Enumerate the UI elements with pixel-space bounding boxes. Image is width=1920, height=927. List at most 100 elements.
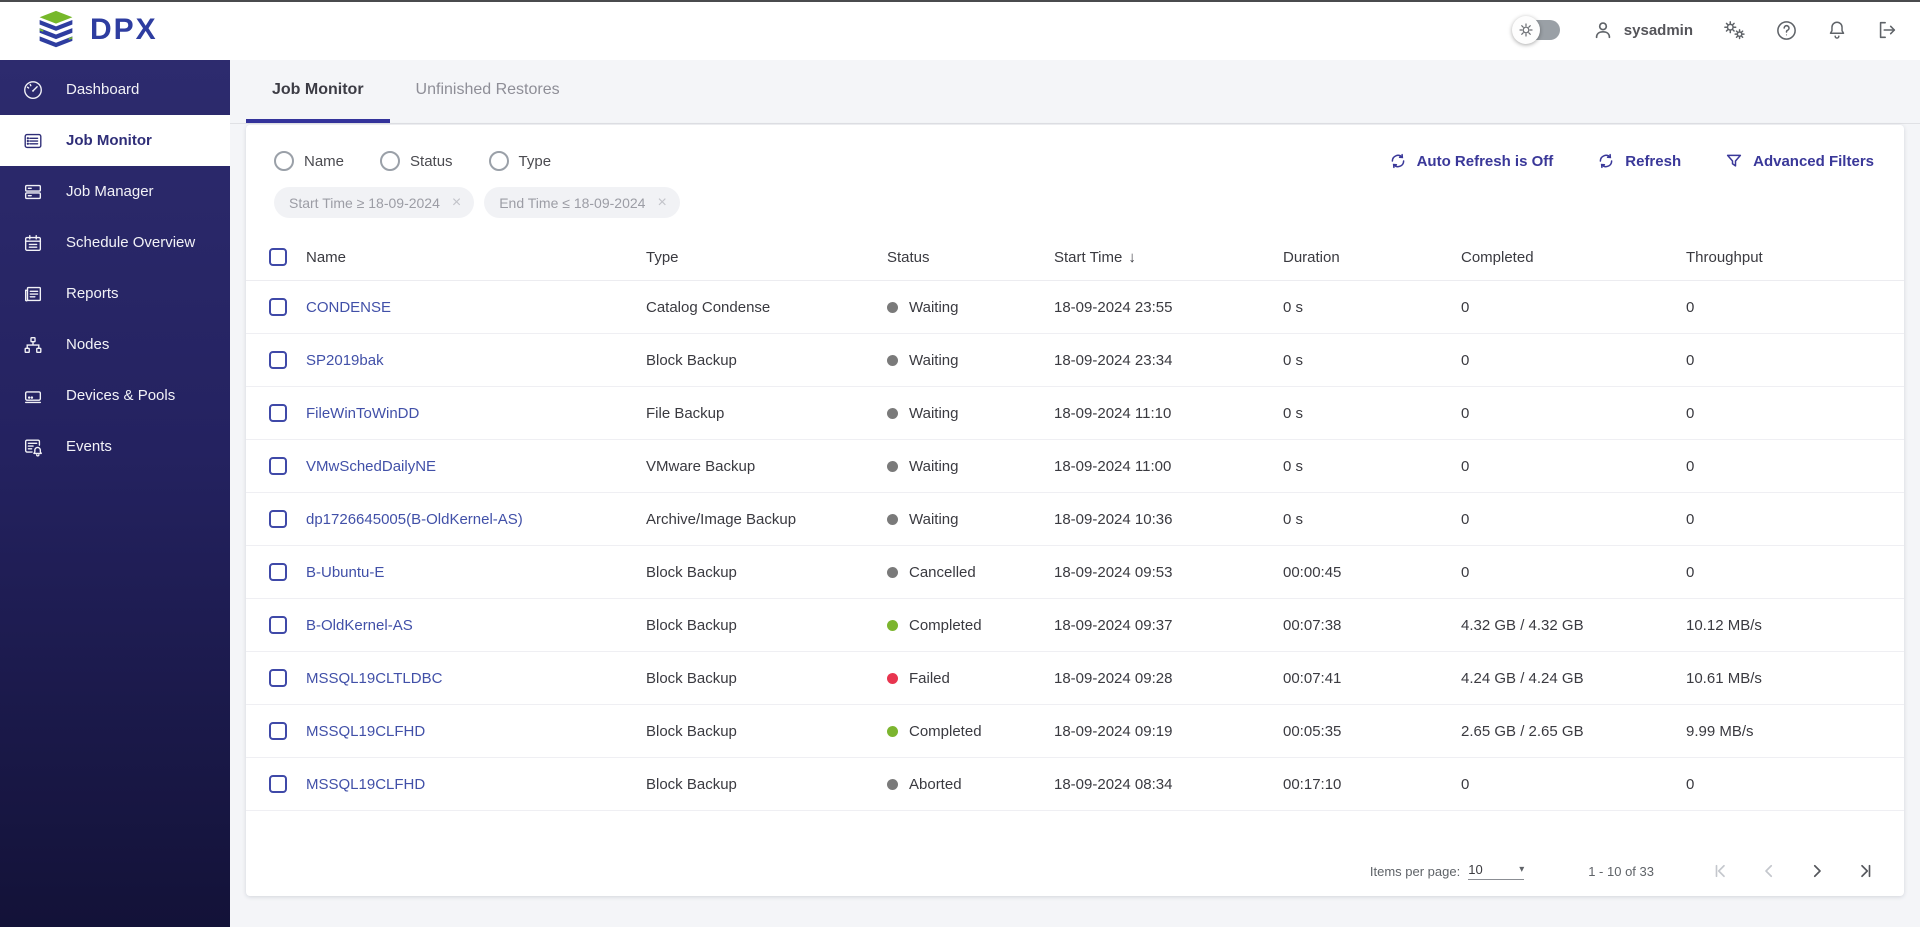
cell-throughput: 0: [1686, 280, 1904, 335]
job-name-link[interactable]: SP2019bak: [306, 352, 384, 369]
sidebar-item-dashboard[interactable]: Dashboard: [0, 64, 230, 115]
events-list-bell-icon: [22, 436, 44, 458]
user-icon: [1595, 22, 1611, 39]
cell-throughput: 9.99 MB/s: [1686, 704, 1904, 759]
toggle-track[interactable]: [1511, 16, 1560, 44]
row-checkbox[interactable]: [269, 563, 287, 582]
filter-chip-end-time: End Time ≤ 18-09-2024 ×: [484, 187, 680, 218]
items-per-page-value: 10: [1468, 862, 1483, 877]
cell-start-time: 18-09-2024 23:55: [1054, 280, 1283, 335]
last-page-button[interactable]: [1856, 862, 1874, 880]
help-icon[interactable]: [1775, 19, 1798, 42]
table-row: MSSQL19CLTLDBC Block Backup Failed 18-09…: [246, 651, 1904, 706]
column-header-completed[interactable]: Completed: [1461, 232, 1686, 282]
dashboard-gauge-icon: [22, 79, 44, 101]
radio-label: Status: [410, 152, 453, 170]
sidebar-item-label: Job Monitor: [66, 132, 152, 149]
sidebar-item-schedule-overview[interactable]: Schedule Overview: [0, 217, 230, 268]
cell-start-time: 18-09-2024 11:10: [1054, 386, 1283, 441]
sidebar-item-events[interactable]: Events: [0, 421, 230, 472]
column-header-duration[interactable]: Duration: [1283, 232, 1461, 282]
column-header-name[interactable]: Name: [306, 232, 646, 282]
table-row: FileWinToWinDD File Backup Waiting 18-09…: [246, 386, 1904, 441]
filter-chip-start-time: Start Time ≥ 18-09-2024 ×: [274, 187, 475, 218]
tab-job-monitor[interactable]: Job Monitor: [246, 60, 390, 123]
job-name-link[interactable]: FileWinToWinDD: [306, 405, 419, 422]
column-header-status[interactable]: Status: [887, 232, 1054, 282]
sidebar-nav: Dashboard Job Monitor Job Manager Schedu…: [0, 60, 230, 927]
cell-start-time: 18-09-2024 09:28: [1054, 651, 1283, 706]
job-name-link[interactable]: B-OldKernel-AS: [306, 617, 413, 634]
job-name-link[interactable]: MSSQL19CLFHD: [306, 723, 425, 740]
sidebar-item-reports[interactable]: Reports: [0, 268, 230, 319]
sidebar-item-nodes[interactable]: Nodes: [0, 319, 230, 370]
advanced-filters-button[interactable]: Advanced Filters: [1725, 152, 1874, 170]
cell-completed: 0: [1461, 545, 1686, 600]
job-name-link[interactable]: dp1726645005(B-OldKernel-AS): [306, 511, 523, 528]
row-checkbox[interactable]: [269, 351, 287, 370]
chip-close-icon[interactable]: ×: [452, 194, 461, 212]
cell-duration: 00:05:35: [1283, 704, 1461, 759]
column-header-type[interactable]: Type: [646, 232, 887, 282]
refresh-icon: [1391, 153, 1404, 169]
cell-status: Completed: [887, 704, 1054, 759]
job-name-link[interactable]: B-Ubuntu-E: [306, 564, 384, 581]
toggle-knob-gear-icon[interactable]: [1511, 16, 1540, 44]
logout-icon[interactable]: [1876, 19, 1898, 41]
next-page-button[interactable]: [1808, 862, 1826, 880]
radio-name[interactable]: Name: [274, 151, 344, 171]
cell-throughput: 10.61 MB/s: [1686, 651, 1904, 706]
table-header-row: Name Type Status Start Time ↓ Duration Co…: [246, 232, 1904, 282]
radio-label: Type: [518, 152, 552, 170]
dpx-logo-mark-icon: [39, 10, 73, 48]
sidebar-item-label: Job Manager: [66, 183, 154, 200]
row-checkbox[interactable]: [269, 298, 287, 317]
previous-page-button[interactable]: [1760, 862, 1778, 880]
table-row: MSSQL19CLFHD Block Backup Completed 18-0…: [246, 704, 1904, 759]
schedule-calendar-icon: [22, 232, 44, 254]
chip-close-icon[interactable]: ×: [657, 194, 666, 212]
refresh-button[interactable]: Refresh: [1597, 152, 1681, 170]
status-dot-icon: [887, 407, 898, 419]
job-name-link[interactable]: CONDENSE: [306, 299, 391, 316]
select-all-checkbox[interactable]: [269, 248, 287, 267]
auto-refresh-button[interactable]: Auto Refresh is Off: [1389, 152, 1553, 170]
row-checkbox[interactable]: [269, 722, 287, 741]
sidebar-item-devices-pools[interactable]: Devices & Pools: [0, 370, 230, 421]
row-checkbox[interactable]: [269, 616, 287, 635]
dark-mode-toggle[interactable]: [1511, 16, 1564, 44]
job-name-link[interactable]: VMwSchedDailyNE: [306, 458, 436, 475]
first-page-button[interactable]: [1712, 862, 1730, 880]
row-checkbox[interactable]: [269, 510, 287, 529]
column-header-throughput[interactable]: Throughput: [1686, 232, 1904, 282]
radio-status[interactable]: Status: [380, 151, 453, 171]
tab-unfinished-restores[interactable]: Unfinished Restores: [390, 60, 586, 123]
job-name-link[interactable]: MSSQL19CLTLDBC: [306, 670, 442, 687]
job-monitor-list-icon: [22, 130, 44, 152]
items-per-page-select[interactable]: 10 ▾: [1468, 862, 1525, 880]
cell-duration: 00:00:45: [1283, 545, 1461, 600]
cell-duration: 0 s: [1283, 386, 1461, 441]
cell-throughput: 0: [1686, 492, 1904, 547]
row-checkbox[interactable]: [269, 775, 287, 794]
row-checkbox[interactable]: [269, 457, 287, 476]
job-name-link[interactable]: MSSQL19CLFHD: [306, 776, 425, 793]
sidebar-item-label: Devices & Pools: [66, 387, 176, 404]
row-checkbox[interactable]: [269, 669, 287, 688]
column-header-start-time[interactable]: Start Time ↓: [1054, 232, 1283, 282]
radio-type[interactable]: Type: [488, 151, 552, 171]
cell-duration: 00:07:41: [1283, 651, 1461, 706]
status-dot-icon: [887, 619, 898, 631]
user-menu[interactable]: sysadmin: [1592, 19, 1693, 41]
notifications-bell-icon[interactable]: [1826, 19, 1848, 41]
advanced-filters-label: Advanced Filters: [1753, 152, 1874, 170]
sidebar-item-job-manager[interactable]: Job Manager: [0, 166, 230, 217]
status-dot-icon: [887, 725, 898, 737]
job-monitor-panel: Name Status Type Auto Refresh is Off Ref…: [246, 125, 1904, 896]
row-checkbox[interactable]: [269, 404, 287, 423]
cell-completed: 2.65 GB / 2.65 GB: [1461, 704, 1686, 759]
sidebar-item-label: Reports: [66, 285, 119, 302]
sidebar-item-job-monitor[interactable]: Job Monitor: [0, 115, 230, 166]
settings-gears-icon[interactable]: [1721, 18, 1747, 42]
cell-duration: 0 s: [1283, 492, 1461, 547]
